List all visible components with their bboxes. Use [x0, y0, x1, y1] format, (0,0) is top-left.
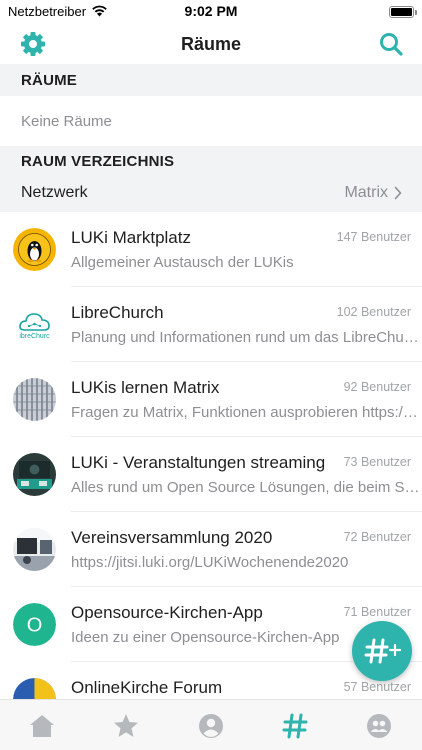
clock: 9:02 PM — [184, 3, 238, 19]
group-icon[interactable] — [365, 712, 393, 740]
room-topic: Allgemeiner Austausch der LUKis — [71, 254, 294, 271]
directory-section-title: RAUM VERZEICHNIS — [21, 153, 175, 170]
room-avatar — [13, 678, 56, 699]
building-photo-icon — [13, 378, 56, 421]
librechurch-logo-text: ibreChurc — [19, 333, 50, 340]
avatar-letter: O — [27, 615, 43, 637]
pie-logo-icon — [13, 678, 56, 699]
status-bar: Netzbetreiber 9:02 PM — [0, 0, 422, 24]
network-value: Matrix — [344, 184, 388, 201]
hashtag-icon[interactable] — [281, 712, 309, 740]
room-avatar: ibreChurc — [13, 303, 56, 346]
room-member-count: 147 Benutzer — [336, 230, 411, 244]
room-name: Vereinsversammlung 2020 — [71, 528, 273, 547]
rooms-section-title: RÄUME — [21, 72, 77, 89]
tab-bar — [0, 699, 422, 750]
star-icon[interactable] — [112, 712, 140, 740]
room-row[interactable]: LUKi - Veranstaltungen streaming 73 Benu… — [0, 437, 422, 512]
person-icon[interactable] — [197, 712, 225, 740]
no-rooms-label: Keine Räume — [21, 113, 112, 130]
create-room-button[interactable] — [352, 621, 412, 681]
room-row[interactable]: LUKi Marktplatz 147 Benutzer Allgemeiner… — [0, 212, 422, 287]
battery-icon — [389, 6, 417, 18]
room-topic: Fragen zu Matrix, Funktionen ausprobiere… — [71, 404, 421, 421]
room-member-count: 72 Benutzer — [343, 530, 411, 544]
room-avatar — [13, 528, 56, 571]
navigation-bar: Räume — [0, 24, 422, 64]
room-topic: Alles rund um Open Source Lösungen, die … — [71, 479, 421, 496]
stream-photo-icon — [13, 453, 56, 496]
room-row[interactable]: Vereinsversammlung 2020 72 Benutzer http… — [0, 512, 422, 587]
room-topic: Planung und Informationen rund um das Li… — [71, 329, 421, 346]
home-icon[interactable] — [28, 712, 56, 740]
room-member-count: 102 Benutzer — [336, 305, 411, 319]
room-name: LUKis lernen Matrix — [71, 378, 220, 397]
create-room-icon — [364, 638, 402, 664]
penguin-logo-icon — [13, 228, 56, 271]
network-label: Netzwerk — [21, 184, 88, 201]
room-avatar — [13, 378, 56, 421]
room-avatar — [13, 228, 56, 271]
room-member-count: 71 Benutzer — [343, 605, 411, 619]
directory-section-header: RAUM VERZEICHNIS — [0, 146, 422, 176]
room-avatar: O — [13, 603, 56, 646]
room-photo-icon — [13, 528, 56, 571]
room-topic: https://jitsi.luki.org/LUKiWochenende202… — [71, 554, 349, 571]
no-rooms-row: Keine Räume — [0, 96, 422, 146]
librechurch-logo-icon: ibreChurc — [13, 303, 56, 346]
room-row[interactable]: LUKis lernen Matrix 92 Benutzer Fragen z… — [0, 362, 422, 437]
room-member-count: 92 Benutzer — [343, 380, 411, 394]
room-member-count: 73 Benutzer — [343, 455, 411, 469]
room-name: Opensource-Kirchen-App — [71, 603, 263, 622]
room-name: LibreChurch — [71, 303, 164, 322]
room-name: LUKi Marktplatz — [71, 228, 191, 247]
room-member-count: 57 Benutzer — [343, 680, 411, 694]
chevron-right-icon — [394, 186, 402, 200]
letter-avatar-icon: O — [13, 603, 56, 646]
network-selector[interactable]: Netzwerk Matrix — [0, 176, 422, 212]
room-row[interactable]: ibreChurc LibreChurch 102 Benutzer Planu… — [0, 287, 422, 362]
rooms-section-header: RÄUME — [0, 64, 422, 96]
room-name: OnlineKirche Forum — [71, 678, 223, 697]
page-title: Räume — [180, 34, 242, 54]
room-avatar — [13, 453, 56, 496]
room-name: LUKi - Veranstaltungen streaming — [71, 453, 326, 472]
search-icon[interactable] — [378, 31, 404, 57]
